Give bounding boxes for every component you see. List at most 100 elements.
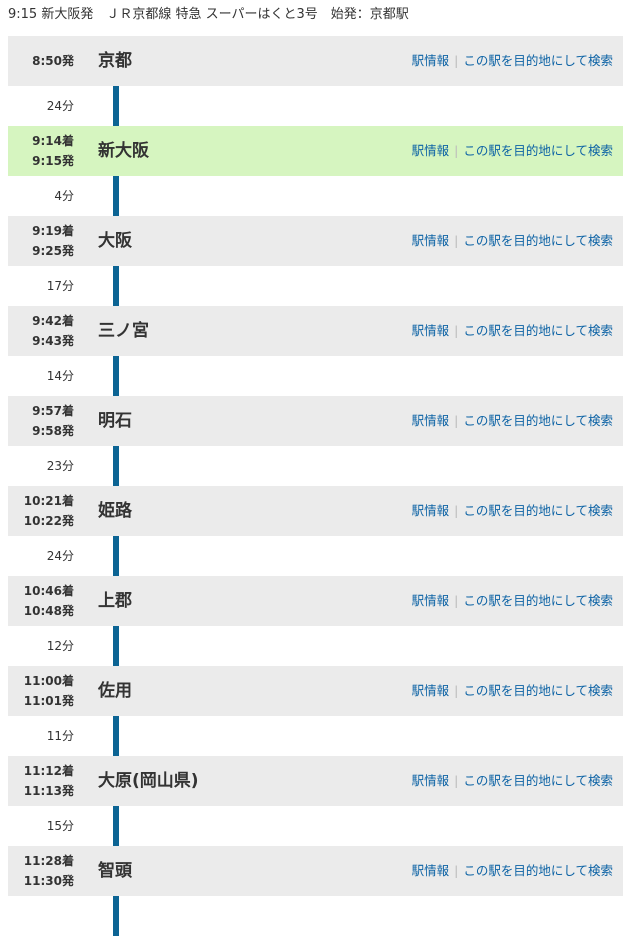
station-info-link[interactable]: 駅情報 — [412, 503, 450, 518]
route-line — [113, 356, 119, 396]
travel-duration: 24分 — [46, 549, 74, 563]
station-info-link[interactable]: 駅情報 — [412, 683, 450, 698]
route-line — [113, 86, 119, 126]
station-times: 9:57着 9:58発 — [8, 396, 74, 446]
route-line — [113, 626, 119, 666]
set-destination-link[interactable]: この駅を目的地にして検索 — [463, 143, 613, 158]
station-times: 8:50発 — [8, 36, 74, 86]
travel-duration: 12分 — [46, 639, 74, 653]
departure-time: 10:22発 — [23, 514, 74, 528]
station-links: 駅情報 | この駅を目的地にして検索 — [412, 36, 613, 86]
station-times: 11:00着 11:01発 — [8, 666, 74, 716]
station-links: 駅情報 | この駅を目的地にして検索 — [412, 846, 613, 896]
set-destination-link[interactable]: この駅を目的地にして検索 — [463, 53, 613, 68]
station-row: 9:14着 9:15発 新大阪 駅情報 | この駅を目的地にして検索 — [8, 126, 623, 176]
station-links: 駅情報 | この駅を目的地にして検索 — [412, 666, 613, 716]
set-destination-link[interactable]: この駅を目的地にして検索 — [463, 503, 613, 518]
departure-time: 9:43発 — [32, 334, 74, 348]
link-separator: | — [454, 593, 459, 608]
travel-duration: 14分 — [46, 369, 74, 383]
route-line — [113, 176, 119, 216]
station-name: 上郡 — [98, 591, 132, 611]
station-info-link[interactable]: 駅情報 — [412, 143, 450, 158]
arrival-time: 9:19着 — [32, 224, 74, 238]
arrival-time: 10:46着 — [23, 584, 74, 598]
travel-segment: 12分 — [8, 626, 623, 666]
route-line — [113, 446, 119, 486]
station-times: 11:12着 11:13発 — [8, 756, 74, 806]
travel-segment: 15分 — [8, 806, 623, 846]
arrival-time: 11:00着 — [23, 674, 74, 688]
departure-time: 9:25発 — [32, 244, 74, 258]
station-name: 姫路 — [98, 501, 132, 521]
link-separator: | — [454, 503, 459, 518]
travel-duration: 23分 — [46, 459, 74, 473]
set-destination-link[interactable]: この駅を目的地にして検索 — [463, 773, 613, 788]
arrival-time: 11:12着 — [23, 764, 74, 778]
station-info-link[interactable]: 駅情報 — [412, 593, 450, 608]
travel-segment: 24分 — [8, 536, 623, 576]
travel-segment: 17分 — [8, 266, 623, 306]
route-line — [113, 896, 119, 936]
arrival-time: 9:57着 — [32, 404, 74, 418]
station-times: 9:14着 9:15発 — [8, 126, 74, 176]
station-times: 11:28着 11:30発 — [8, 846, 74, 896]
set-destination-link[interactable]: この駅を目的地にして検索 — [463, 413, 613, 428]
travel-duration: 15分 — [46, 819, 74, 833]
station-times: 10:21着 10:22発 — [8, 486, 74, 536]
station-name: 三ノ宮 — [98, 321, 149, 341]
set-destination-link[interactable]: この駅を目的地にして検索 — [463, 323, 613, 338]
arrival-time: 9:14着 — [32, 134, 74, 148]
train-header: 9:15 新大阪発 ＪＲ京都線 特急 スーパーはくと3号 始発：京都駅 — [8, 7, 409, 22]
departure-time: 11:30発 — [23, 874, 74, 888]
travel-duration: 11分 — [46, 729, 74, 743]
route-line — [113, 266, 119, 306]
station-info-link[interactable]: 駅情報 — [412, 53, 450, 68]
station-links: 駅情報 | この駅を目的地にして検索 — [412, 396, 613, 446]
travel-duration — [8, 896, 74, 936]
station-row: 8:50発 京都 駅情報 | この駅を目的地にして検索 — [8, 36, 623, 86]
station-row: 10:46着 10:48発 上郡 駅情報 | この駅を目的地にして検索 — [8, 576, 623, 626]
set-destination-link[interactable]: この駅を目的地にして検索 — [463, 683, 613, 698]
station-times: 10:46着 10:48発 — [8, 576, 74, 626]
route-line — [113, 806, 119, 846]
station-info-link[interactable]: 駅情報 — [412, 413, 450, 428]
set-destination-link[interactable]: この駅を目的地にして検索 — [463, 233, 613, 248]
arrival-time: 11:28着 — [23, 854, 74, 868]
station-links: 駅情報 | この駅を目的地にして検索 — [412, 216, 613, 266]
station-row: 11:12着 11:13発 大原(岡山県) 駅情報 | この駅を目的地にして検索 — [8, 756, 623, 806]
set-destination-link[interactable]: この駅を目的地にして検索 — [463, 863, 613, 878]
station-links: 駅情報 | この駅を目的地にして検索 — [412, 126, 613, 176]
travel-segment: 4分 — [8, 176, 623, 216]
set-destination-link[interactable]: この駅を目的地にして検索 — [463, 593, 613, 608]
station-info-link[interactable]: 駅情報 — [412, 233, 450, 248]
station-name: 佐用 — [98, 681, 132, 701]
arrival-time: 10:21着 — [23, 494, 74, 508]
station-row: 9:42着 9:43発 三ノ宮 駅情報 | この駅を目的地にして検索 — [8, 306, 623, 356]
route-line — [113, 716, 119, 756]
station-links: 駅情報 | この駅を目的地にして検索 — [412, 306, 613, 356]
travel-segment: 11分 — [8, 716, 623, 756]
travel-segment: 23分 — [8, 446, 623, 486]
station-times: 9:19着 9:25発 — [8, 216, 74, 266]
departure-time: 11:13発 — [23, 784, 74, 798]
station-name: 明石 — [98, 411, 132, 431]
travel-segment: 14分 — [8, 356, 623, 396]
travel-duration: 17分 — [46, 279, 74, 293]
station-info-link[interactable]: 駅情報 — [412, 323, 450, 338]
station-row: 10:21着 10:22発 姫路 駅情報 | この駅を目的地にして検索 — [8, 486, 623, 536]
station-info-link[interactable]: 駅情報 — [412, 863, 450, 878]
link-separator: | — [454, 53, 459, 68]
station-links: 駅情報 | この駅を目的地にして検索 — [412, 486, 613, 536]
travel-duration: 24分 — [46, 99, 74, 113]
departure-time: 8:50発 — [32, 54, 74, 68]
station-row: 11:28着 11:30発 智頭 駅情報 | この駅を目的地にして検索 — [8, 846, 623, 896]
link-separator: | — [454, 323, 459, 338]
station-times: 9:42着 9:43発 — [8, 306, 74, 356]
travel-segment — [8, 896, 623, 936]
link-separator: | — [454, 683, 459, 698]
link-separator: | — [454, 773, 459, 788]
link-separator: | — [454, 233, 459, 248]
station-links: 駅情報 | この駅を目的地にして検索 — [412, 756, 613, 806]
station-info-link[interactable]: 駅情報 — [412, 773, 450, 788]
